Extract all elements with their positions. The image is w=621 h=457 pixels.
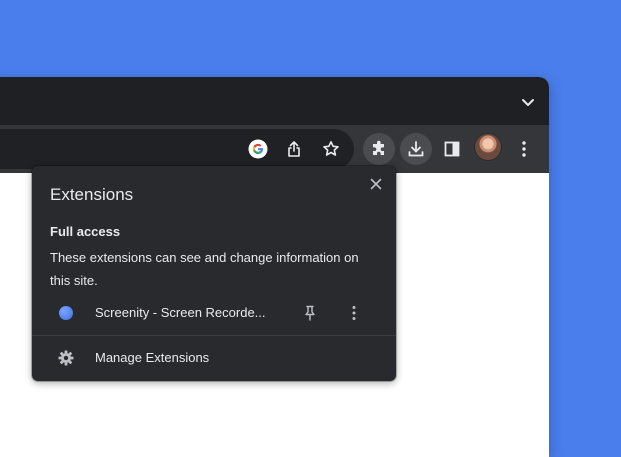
tab-strip: [0, 77, 549, 125]
full-access-description: These extensions can see and change info…: [50, 250, 359, 288]
pin-icon[interactable]: [300, 303, 320, 323]
popup-title: Extensions: [50, 185, 134, 204]
extension-name: Screenity - Screen Recorde...: [95, 305, 266, 320]
extension-more-icon[interactable]: [344, 303, 364, 323]
divider: [32, 335, 396, 336]
address-bar[interactable]: [0, 129, 354, 169]
side-panel-icon[interactable]: [436, 133, 468, 165]
profile-avatar[interactable]: [475, 134, 501, 160]
share-icon[interactable]: [278, 133, 310, 165]
full-access-heading: Full access: [50, 224, 121, 239]
manage-extensions-row[interactable]: Manage Extensions: [32, 342, 396, 374]
google-lens-icon[interactable]: [242, 133, 274, 165]
extensions-popup: Extensions Full access These extensions …: [32, 166, 396, 381]
extensions-puzzle-icon[interactable]: [363, 133, 395, 165]
kebab-menu-icon[interactable]: [508, 133, 540, 165]
screenity-icon: [59, 306, 73, 320]
tab-search-chevron-icon[interactable]: [521, 95, 535, 109]
extension-row-screenity[interactable]: Screenity - Screen Recorde...: [32, 296, 396, 330]
bookmark-star-icon[interactable]: [315, 133, 347, 165]
gear-icon: [57, 349, 75, 367]
download-icon[interactable]: [400, 133, 432, 165]
close-icon[interactable]: [366, 174, 386, 194]
manage-extensions-label: Manage Extensions: [95, 350, 210, 365]
